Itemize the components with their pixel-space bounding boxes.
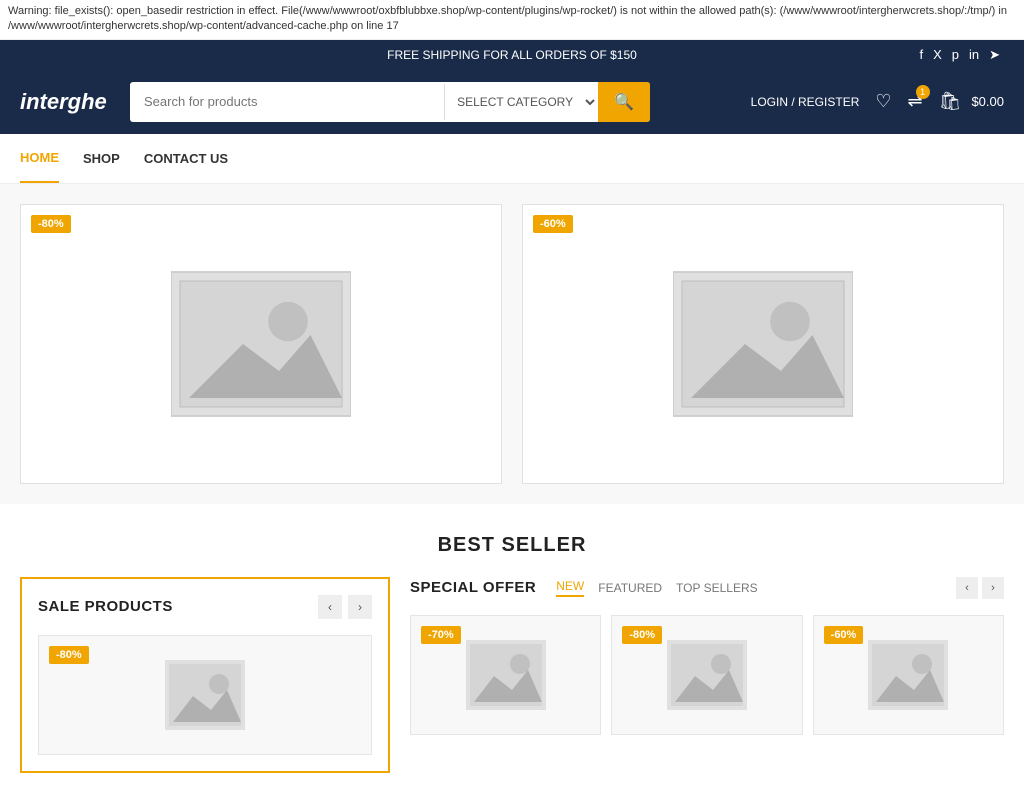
special-discount-badge-1: -70% [421, 626, 461, 644]
main-content: -80% -60% [0, 184, 1024, 793]
bottom-grid: SALE PRODUCTS ‹ › -80% [0, 577, 1024, 793]
product-showcase: -80% -60% [0, 184, 1024, 504]
category-select[interactable]: SELECT CATEGORY [444, 84, 598, 120]
cart-button[interactable]: 🛍 $0.00 [939, 91, 1004, 112]
special-panel-header: SPECIAL OFFER NEW FEATURED TOP SELLERS ‹… [410, 577, 1004, 599]
twitter-icon[interactable]: X [933, 47, 942, 62]
sale-panel: SALE PRODUCTS ‹ › -80% [20, 577, 390, 773]
header: interghe SELECT CATEGORY 🔍 LOGIN / REGIS… [0, 70, 1024, 134]
product-image-right [663, 254, 863, 434]
linkedin-icon[interactable]: in [969, 47, 979, 62]
special-discount-badge-3: -60% [824, 626, 864, 644]
special-tabs: NEW FEATURED TOP SELLERS [556, 579, 757, 597]
special-panel: SPECIAL OFFER NEW FEATURED TOP SELLERS ‹… [410, 577, 1004, 773]
sale-discount-badge: -80% [49, 646, 89, 664]
special-product-item-1[interactable]: -70% [410, 615, 601, 735]
best-seller-section: BEST SELLER [0, 504, 1024, 577]
special-discount-badge-2: -80% [622, 626, 662, 644]
sale-product-item-1[interactable]: -80% [38, 635, 372, 755]
discount-badge-right: -60% [533, 215, 573, 233]
tab-top-sellers[interactable]: TOP SELLERS [676, 581, 758, 595]
product-card-left[interactable]: -80% [20, 204, 502, 484]
sale-arrows: ‹ › [318, 595, 372, 619]
cart-price: $0.00 [971, 94, 1004, 109]
special-arrows: ‹ › [956, 577, 1004, 599]
sale-panel-title: SALE PRODUCTS [38, 598, 173, 615]
special-product-item-3[interactable]: -60% [813, 615, 1004, 735]
facebook-icon[interactable]: f [919, 47, 923, 62]
sale-products-row: -80% [38, 635, 372, 755]
cart-icon: 🛍 [939, 91, 962, 112]
navigation: HOME SHOP CONTACT US [0, 134, 1024, 184]
search-button[interactable]: 🔍 [598, 82, 650, 122]
compare-button[interactable]: ⇌ 1 [908, 91, 923, 112]
best-seller-title: BEST SELLER [20, 534, 1004, 557]
sale-next-button[interactable]: › [348, 595, 372, 619]
product-card-right[interactable]: -60% [522, 204, 1004, 484]
login-register-link[interactable]: LOGIN / REGISTER [751, 95, 860, 109]
tab-featured[interactable]: FEATURED [598, 581, 662, 595]
special-product-item-2[interactable]: -80% [611, 615, 802, 735]
search-bar: SELECT CATEGORY 🔍 [130, 82, 650, 122]
tab-new[interactable]: NEW [556, 579, 584, 597]
shipping-text: FREE SHIPPING FOR ALL ORDERS OF $150 [387, 48, 637, 62]
logo: interghe [20, 89, 110, 115]
special-panel-title: SPECIAL OFFER [410, 579, 536, 596]
nav-contact[interactable]: CONTACT US [144, 135, 228, 182]
cart-icon-wrapper: 🛍 [939, 91, 962, 112]
product-image-left [161, 254, 361, 434]
nav-home[interactable]: HOME [20, 134, 59, 183]
search-input[interactable] [130, 84, 444, 119]
pinterest-icon[interactable]: p [952, 47, 959, 62]
warning-bar: Warning: file_exists(): open_basedir res… [0, 0, 1024, 40]
warning-text: Warning: file_exists(): open_basedir res… [8, 5, 1007, 32]
sale-panel-header: SALE PRODUCTS ‹ › [38, 595, 372, 619]
shipping-bar: FREE SHIPPING FOR ALL ORDERS OF $150 f X… [0, 40, 1024, 70]
special-products-row: -70% -80% [410, 615, 1004, 735]
heart-icon: ♡ [875, 91, 891, 112]
special-next-button[interactable]: › [982, 577, 1004, 599]
nav-shop[interactable]: SHOP [83, 135, 120, 182]
discount-badge-left: -80% [31, 215, 71, 233]
header-actions: LOGIN / REGISTER ♡ ⇌ 1 🛍 $0.00 [751, 91, 1004, 112]
compare-badge: 1 [916, 85, 930, 99]
telegram-icon[interactable]: ➤ [989, 47, 1000, 63]
wishlist-button[interactable]: ♡ [875, 91, 891, 112]
special-prev-button[interactable]: ‹ [956, 577, 978, 599]
sale-prev-button[interactable]: ‹ [318, 595, 342, 619]
